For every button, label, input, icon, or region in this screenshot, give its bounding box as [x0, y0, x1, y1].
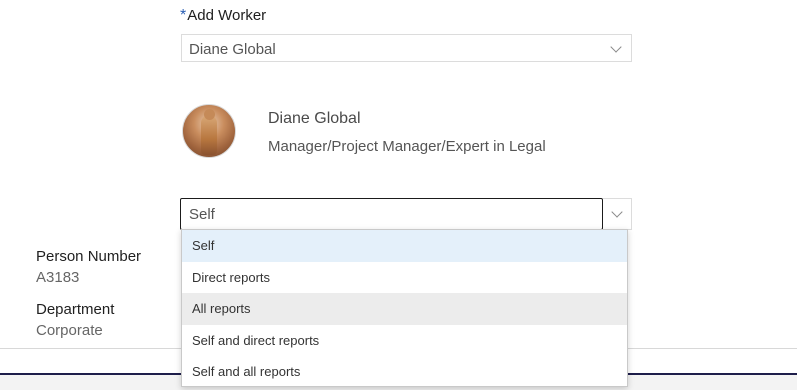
add-worker-selected-value: Diane Global	[189, 41, 276, 58]
department-label: Department	[36, 301, 115, 318]
scope-option-self-and-direct-reports[interactable]: Self and direct reports	[182, 325, 627, 357]
add-worker-label-text: Add Worker	[187, 7, 267, 24]
person-name: Diane Global	[268, 110, 361, 127]
chevron-down-icon[interactable]	[611, 206, 623, 218]
person-number-label: Person Number	[36, 248, 142, 265]
add-worker-select[interactable]: Diane Global	[181, 34, 632, 62]
scope-dropdown-button[interactable]	[603, 198, 632, 230]
chevron-down-icon[interactable]	[610, 41, 622, 53]
scope-select[interactable]: Self	[180, 198, 603, 230]
scope-option-self[interactable]: Self	[182, 230, 627, 262]
scope-option-direct-reports[interactable]: Direct reports	[182, 262, 627, 294]
department-value: Corporate	[36, 322, 103, 339]
person-role: Manager/Project Manager/Expert in Legal	[268, 138, 546, 155]
avatar	[182, 104, 236, 158]
add-worker-label: *Add Worker	[180, 7, 266, 25]
avatar-head	[204, 109, 215, 120]
scope-option-all-reports[interactable]: All reports	[182, 293, 627, 325]
scope-options-list: Self Direct reports All reports Self and…	[181, 229, 628, 387]
required-indicator: *	[180, 7, 187, 24]
scope-selected-value: Self	[189, 206, 215, 223]
person-number-value: A3183	[36, 269, 80, 286]
scope-option-self-and-all-reports[interactable]: Self and all reports	[182, 356, 627, 388]
avatar-figure	[201, 115, 217, 155]
